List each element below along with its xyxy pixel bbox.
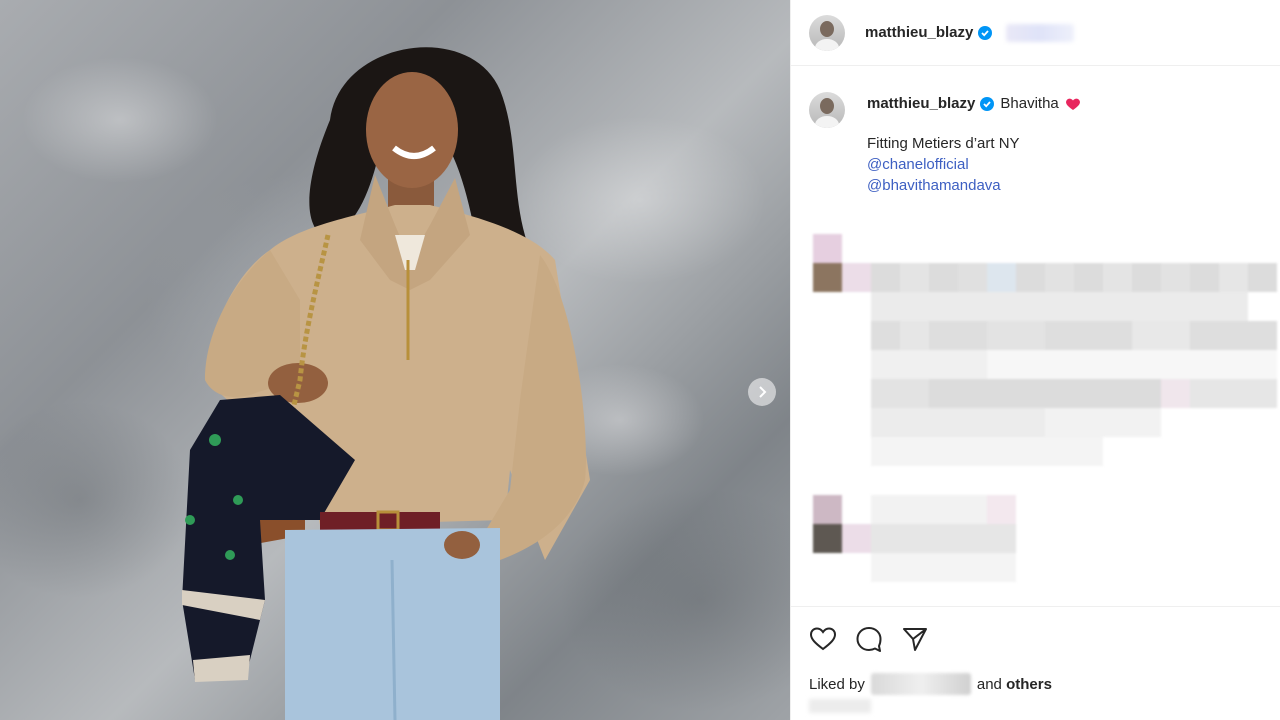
- post-sidebar: matthieu_blazy matthieu_blazy Bhavitha F…: [790, 0, 1280, 720]
- redacted-liker-name[interactable]: [870, 673, 971, 695]
- liked-by-label: Liked by: [809, 675, 865, 693]
- header-username[interactable]: matthieu_blazy: [865, 24, 973, 41]
- post-header: matthieu_blazy: [791, 0, 1280, 66]
- verified-badge-icon: [978, 25, 993, 40]
- redacted-comments-mosaic: [813, 234, 1277, 582]
- like-heart-icon[interactable]: [809, 625, 837, 653]
- caption-tagged-name: Bhavitha: [1000, 95, 1059, 112]
- post-actions: Liked by and others: [791, 606, 1280, 720]
- caption-text: Fitting Metiers d’art NY: [867, 135, 1020, 152]
- verified-badge-icon: [980, 96, 995, 111]
- comment-icon[interactable]: [855, 625, 883, 653]
- likes-summary: Liked by and others: [809, 673, 1052, 695]
- next-arrow-icon: [759, 386, 767, 398]
- mention-link[interactable]: @chanelofficial: [867, 154, 1081, 175]
- mention-link[interactable]: @bhavithamandava: [867, 175, 1081, 196]
- heart-emoji-icon: [1065, 98, 1080, 110]
- next-slide-button[interactable]: [748, 378, 776, 406]
- liked-and-label: and: [976, 675, 1002, 693]
- redacted-header-info: [1006, 23, 1075, 42]
- liked-others-link[interactable]: others: [1006, 676, 1052, 693]
- caption-username[interactable]: matthieu_blazy: [867, 93, 975, 114]
- caption-avatar[interactable]: [809, 92, 845, 128]
- post-photo: [182, 47, 590, 720]
- redacted-timestamp: [809, 699, 871, 713]
- redacted-comments: [791, 230, 1280, 600]
- post-media: [0, 0, 790, 720]
- share-icon[interactable]: [901, 625, 929, 653]
- post-caption: matthieu_blazy Bhavitha Fitting Metiers …: [809, 92, 1269, 196]
- avatar[interactable]: [809, 14, 845, 51]
